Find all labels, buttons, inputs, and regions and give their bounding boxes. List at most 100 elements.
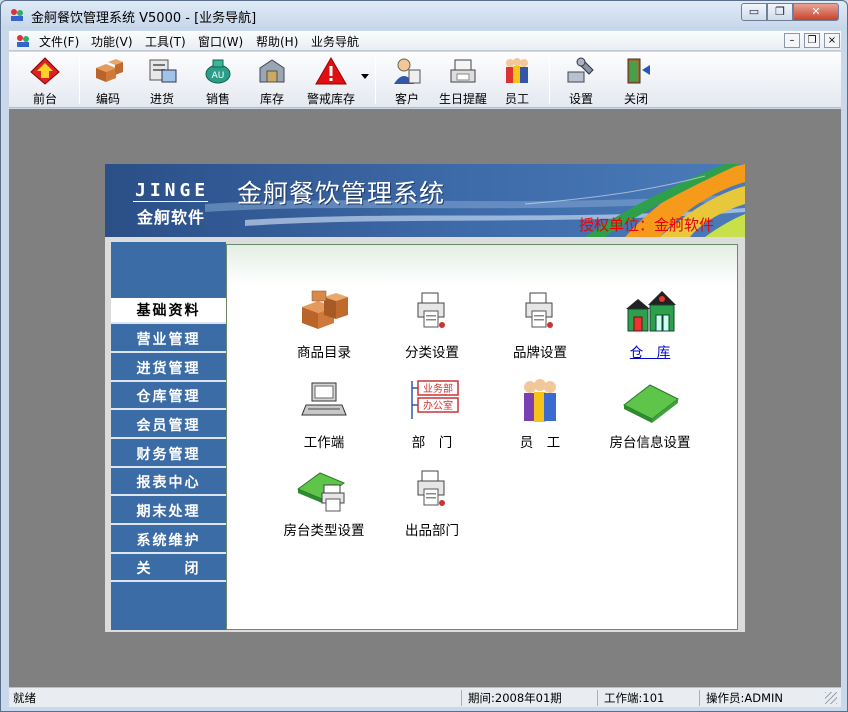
toolbar-separator bbox=[79, 56, 80, 104]
resize-grip-icon[interactable] bbox=[825, 692, 837, 704]
sidebar-item-report[interactable]: 报表中心 bbox=[111, 470, 226, 496]
minimize-button[interactable]: ▭ bbox=[741, 3, 767, 21]
sidebar-item-close[interactable]: 关 闭 bbox=[111, 556, 226, 582]
boxes-icon bbox=[96, 59, 123, 82]
mdi-restore-button[interactable]: ❐ bbox=[804, 33, 820, 48]
toolbar-label: 关闭 bbox=[623, 92, 648, 106]
module-department[interactable]: 业务部 办公室 部 门 bbox=[377, 379, 487, 459]
toolbar-label: 进货 bbox=[149, 92, 174, 106]
toolbar-inventory-button[interactable]: 库存 bbox=[245, 54, 299, 106]
module-product-catalog[interactable]: 商品目录 bbox=[269, 289, 379, 369]
sidebar-item-warehouse[interactable]: 仓库管理 bbox=[111, 384, 226, 410]
front-desk-icon bbox=[30, 57, 60, 85]
svg-text:AU: AU bbox=[212, 71, 225, 81]
license-text: 授权单位：金舸软件 bbox=[579, 216, 715, 234]
status-text: 就绪 bbox=[13, 691, 36, 705]
toolbar-label: 编码 bbox=[95, 92, 120, 106]
printer-doc-icon bbox=[417, 292, 445, 328]
mdi-child-icon[interactable] bbox=[15, 33, 31, 49]
boxes-icon bbox=[302, 290, 348, 329]
module-output-department[interactable]: 出品部门 bbox=[377, 467, 487, 547]
menu-file[interactable]: 文件(F) bbox=[39, 33, 79, 50]
menu-window[interactable]: 窗口(W) bbox=[198, 33, 243, 50]
app-window: 金舸餐饮管理系统 V5000 - [业务导航] ▭ ❐ ✕ 文件(F) 功能(V… bbox=[0, 0, 848, 712]
sidebar-item-purchase[interactable]: 进货管理 bbox=[111, 356, 226, 382]
dropdown-arrow-icon[interactable] bbox=[361, 74, 369, 79]
module-warehouse[interactable]: 仓 库 bbox=[595, 289, 705, 369]
mdi-close-button[interactable]: × bbox=[824, 33, 840, 48]
module-room-table-info[interactable]: 房台信息设置 bbox=[595, 379, 705, 459]
menu-tools[interactable]: 工具(T) bbox=[145, 33, 186, 50]
toolbar-label: 生日提醒 bbox=[438, 92, 487, 106]
purchase-icon bbox=[149, 59, 177, 83]
module-label: 部 门 bbox=[411, 435, 453, 451]
menu-help[interactable]: 帮助(H) bbox=[256, 33, 298, 50]
toolbar: 前台 编码 进货 AU 销售 库存 警戒库存 客户 生日提醒 员工 设置 关闭 bbox=[9, 52, 841, 108]
status-bar: 就绪 期间:2008年01期 工作端:101 操作员:ADMIN bbox=[9, 687, 841, 707]
app-logo-icon bbox=[11, 9, 23, 21]
toolbar-label: 前台 bbox=[32, 92, 57, 106]
module-label: 出品部门 bbox=[405, 523, 459, 539]
brand-english: JINGE bbox=[135, 180, 210, 201]
module-room-table-type[interactable]: 房台类型设置 bbox=[269, 467, 379, 547]
birthday-icon bbox=[450, 59, 476, 83]
warehouse-icon bbox=[626, 291, 676, 332]
toolbar-settings-button[interactable]: 设置 bbox=[553, 54, 609, 106]
module-label: 工作端 bbox=[303, 435, 345, 451]
module-brand-settings[interactable]: 品牌设置 bbox=[485, 289, 595, 369]
toolbar-label: 库存 bbox=[259, 92, 284, 106]
toolbar-code-button[interactable]: 编码 bbox=[81, 54, 135, 106]
module-label: 分类设置 bbox=[405, 345, 459, 361]
mdi-minimize-button[interactable]: – bbox=[784, 33, 800, 48]
sales-icon: AU bbox=[205, 59, 231, 84]
status-operator: 操作员:ADMIN bbox=[699, 690, 821, 706]
sidebar: 基础资料 营业管理 进货管理 仓库管理 会员管理 财务管理 报表中心 期末处理 … bbox=[111, 242, 226, 630]
module-label: 房台信息设置 bbox=[609, 435, 691, 451]
toolbar-staff-button[interactable]: 员工 bbox=[491, 54, 543, 106]
sidebar-item-business[interactable]: 营业管理 bbox=[111, 327, 226, 353]
menu-bar: 文件(F) 功能(V) 工具(T) 窗口(W) 帮助(H) 业务导航 – ❐ × bbox=[9, 31, 841, 51]
sidebar-item-maintenance[interactable]: 系统维护 bbox=[111, 528, 226, 554]
module-staff[interactable]: 员 工 bbox=[485, 379, 595, 459]
toolbar-label: 客户 bbox=[394, 92, 419, 106]
status-terminal: 工作端:101 bbox=[597, 690, 697, 706]
toolbar-label: 设置 bbox=[568, 92, 593, 106]
toolbar-customer-button[interactable]: 客户 bbox=[379, 54, 435, 106]
brand-divider bbox=[133, 201, 208, 202]
toolbar-close-button[interactable]: 关闭 bbox=[609, 54, 663, 106]
printer-doc-icon bbox=[417, 470, 445, 506]
toolbar-separator bbox=[375, 56, 376, 104]
sidebar-item-member[interactable]: 会员管理 bbox=[111, 413, 226, 439]
sidebar-item-basic-data[interactable]: 基础资料 bbox=[111, 298, 226, 324]
green-card-icon bbox=[623, 384, 679, 423]
settings-icon bbox=[567, 57, 594, 83]
menu-function[interactable]: 功能(V) bbox=[91, 33, 133, 50]
toolbar-birthday-button[interactable]: 生日提醒 bbox=[435, 54, 491, 106]
module-grid: 商品目录 分类设置 品牌设置 仓 库 工作端 业务部 办公室 部 门 员 工 房… bbox=[226, 244, 738, 630]
brand-chinese: 金舸软件 bbox=[137, 208, 206, 227]
warning-icon bbox=[315, 56, 347, 85]
sidebar-item-finance[interactable]: 财务管理 bbox=[111, 442, 226, 468]
sidebar-item-period-end[interactable]: 期末处理 bbox=[111, 499, 226, 525]
menu-business-nav[interactable]: 业务导航 bbox=[311, 33, 359, 50]
org-chart-icon: 业务部 办公室 bbox=[411, 380, 459, 419]
module-terminal[interactable]: 工作端 bbox=[269, 379, 379, 459]
module-category-settings[interactable]: 分类设置 bbox=[377, 289, 487, 369]
module-label: 仓 库 bbox=[629, 345, 671, 361]
printer-doc-icon bbox=[525, 292, 553, 328]
business-navigation-panel: JINGE 金舸软件 金舸餐饮管理系统 授权单位：金舸软件 基础资料 营业管理 … bbox=[105, 164, 745, 632]
title-bar[interactable]: 金舸餐饮管理系统 V5000 - [业务导航] ▭ ❐ ✕ bbox=[1, 1, 847, 29]
toolbar-label: 销售 bbox=[205, 92, 230, 106]
module-label: 房台类型设置 bbox=[283, 523, 365, 539]
module-label: 品牌设置 bbox=[513, 345, 567, 361]
toolbar-front-desk-button[interactable]: 前台 bbox=[15, 54, 75, 106]
close-button[interactable]: ✕ bbox=[793, 3, 839, 21]
org-bottom-label: 办公室 bbox=[423, 399, 453, 412]
toolbar-warning-stock-button[interactable]: 警戒库存 bbox=[299, 54, 363, 106]
toolbar-label: 警戒库存 bbox=[306, 92, 355, 106]
toolbar-sales-button[interactable]: AU 销售 bbox=[191, 54, 245, 106]
maximize-button[interactable]: ❐ bbox=[767, 3, 793, 21]
system-title: 金舸餐饮管理系统 bbox=[237, 179, 446, 208]
toolbar-separator bbox=[549, 56, 550, 104]
toolbar-purchase-button[interactable]: 进货 bbox=[135, 54, 189, 106]
